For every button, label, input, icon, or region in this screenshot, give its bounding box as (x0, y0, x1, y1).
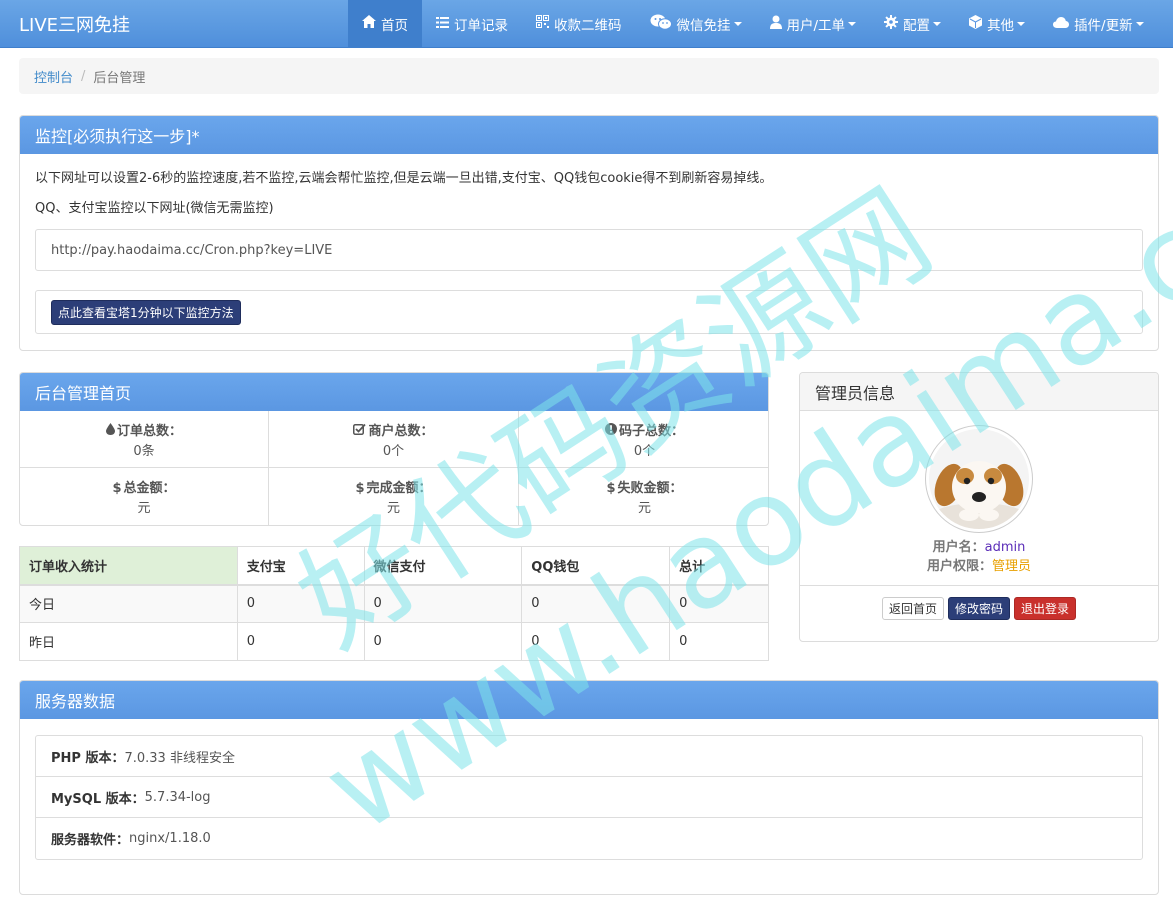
breadcrumb: 控制台 / 后台管理 (19, 58, 1159, 94)
user-icon (769, 15, 782, 33)
table-cell: 昨日 (19, 622, 238, 661)
stat-completed-amount: $ 完成金额： 元 (269, 468, 519, 525)
stat-merchant-count: 商户总数： 0个 (269, 411, 519, 468)
list-icon (436, 16, 449, 32)
dollar-icon: $ (606, 481, 616, 496)
chevron-down-icon (933, 21, 942, 26)
table-row: 昨日 0 0 0 0 (19, 622, 769, 661)
server-panel-title: 服务器数据 (20, 681, 1158, 719)
table-cell: 0 (669, 622, 769, 661)
list-item: 服务器软件： nginx/1.18.0 (51, 831, 211, 848)
monitor-note: QQ、支付宝监控以下网址(微信无需监控) (35, 201, 274, 216)
info-icon (604, 422, 617, 439)
monitor-panel: 监控[必须执行这一步]* 以下网址可以设置2-6秒的监控速度,若不监控,云端会帮… (19, 115, 1159, 351)
stat-total-amount: $ 总金额： 元 (20, 468, 269, 525)
monitor-button-container: 点此查看宝塔1分钟以下监控方法 (35, 290, 1143, 334)
nav-config[interactable]: 配置 (870, 0, 955, 48)
table-cell: 0 (236, 584, 365, 623)
nav-qrcode[interactable]: 收款二维码 (522, 0, 636, 48)
monitor-url[interactable]: http://pay.haodaima.cc/Cron.php?key=LIVE (35, 229, 1143, 271)
table-header: QQ钱包 (521, 546, 671, 586)
stat-code-count: 码子总数： 0个 (519, 411, 768, 468)
stats-panel: 后台管理首页 订单总数： 0条 商户总数： 0个 码子总数： 0个 $ 总金额： … (19, 372, 769, 526)
admin-info-panel: 管理员信息 用户名：admin 用户权限：管理员 返回首页 修改密码 退出登录 (799, 372, 1159, 642)
cube-icon (969, 14, 983, 33)
table-cell: 今日 (19, 584, 238, 623)
chevron-down-icon (733, 21, 742, 26)
admin-role: 管理员 (992, 559, 1032, 574)
breadcrumb-separator: / (81, 68, 86, 84)
table-header: 微信支付 (363, 546, 523, 586)
puppy-avatar-image (929, 429, 1029, 529)
drop-icon (105, 422, 115, 439)
dollar-icon: $ (355, 481, 365, 496)
wechat-icon (650, 14, 672, 34)
logout-button[interactable]: 退出登录 (1014, 597, 1077, 620)
main-nav: 首页 订单记录 收款二维码 微信免挂 用户/工单 配置 其他 插件/更新 (348, 0, 1158, 48)
table-cell: 0 (521, 584, 671, 623)
table-cell: 0 (363, 584, 523, 623)
admin-panel-title: 管理员信息 (800, 373, 1158, 411)
bt-monitor-method-button[interactable]: 点此查看宝塔1分钟以下监控方法 (51, 299, 241, 325)
admin-role-row: 用户权限：管理员 (926, 559, 1032, 574)
chevron-down-icon (1017, 21, 1026, 26)
nav-orders[interactable]: 订单记录 (422, 0, 522, 48)
stats-panel-title: 后台管理首页 (20, 373, 768, 411)
table-cell: 0 (363, 622, 523, 661)
table-header: 支付宝 (236, 546, 365, 586)
home-icon (362, 15, 376, 32)
nav-wechat[interactable]: 微信免挂 (636, 0, 756, 48)
qrcode-icon (536, 15, 549, 32)
list-item: MySQL 版本： 5.7.34-log (36, 777, 1142, 818)
back-home-button[interactable]: 返回首页 (881, 597, 944, 620)
top-navbar: LIVE三网免挂 首页 订单记录 收款二维码 微信免挂 用户/工单 配置 其他 … (0, 0, 1173, 48)
nav-other[interactable]: 其他 (955, 0, 1039, 48)
table-row: 今日 0 0 0 0 (19, 584, 769, 623)
stat-failed-amount: $ 失败金额： 元 (606, 481, 683, 516)
chevron-down-icon (848, 21, 857, 26)
stat-order-count: 订单总数： 0条 (20, 411, 269, 468)
nav-user-ticket[interactable]: 用户/工单 (756, 0, 871, 48)
chevron-down-icon (1135, 21, 1144, 26)
income-stats-table: 订单收入统计 支付宝 微信支付 QQ钱包 总计 今日 0 0 0 0 昨日 0 … (19, 546, 769, 661)
change-password-button[interactable]: 修改密码 (947, 597, 1010, 620)
dollar-icon: $ (112, 481, 122, 496)
admin-username: admin (984, 540, 1026, 555)
server-info-panel: 服务器数据 PHP 版本： 7.0.33 非线程安全 MySQL 版本： 5.7.3… (19, 680, 1159, 895)
brand-title[interactable]: LIVE三网免挂 (0, 11, 348, 37)
table-header: 订单收入统计 (19, 546, 238, 586)
avatar (925, 425, 1033, 533)
gear-icon (884, 14, 899, 33)
cloud-icon (1053, 16, 1070, 32)
monitor-panel-title: 监控[必须执行这一步]* (20, 116, 1158, 154)
nav-home[interactable]: 首页 (348, 0, 422, 48)
table-cell: 0 (521, 622, 671, 661)
monitor-description: 以下网址可以设置2-6秒的监控速度,若不监控,云端会帮忙监控,但是云端一旦出错,… (35, 171, 773, 186)
check-icon (353, 423, 367, 439)
breadcrumb-home-link[interactable]: 控制台 (34, 67, 73, 86)
admin-username-row: 用户名：admin (932, 540, 1026, 555)
table-cell: 0 (669, 584, 769, 623)
table-cell: 0 (236, 622, 365, 661)
table-header-row: 订单收入统计 支付宝 微信支付 QQ钱包 总计 (19, 546, 769, 586)
list-item: PHP 版本： 7.0.33 非线程安全 (36, 736, 1142, 777)
breadcrumb-current: 后台管理 (93, 70, 146, 86)
table-header: 总计 (669, 546, 769, 586)
nav-plugins[interactable]: 插件/更新 (1039, 0, 1158, 48)
